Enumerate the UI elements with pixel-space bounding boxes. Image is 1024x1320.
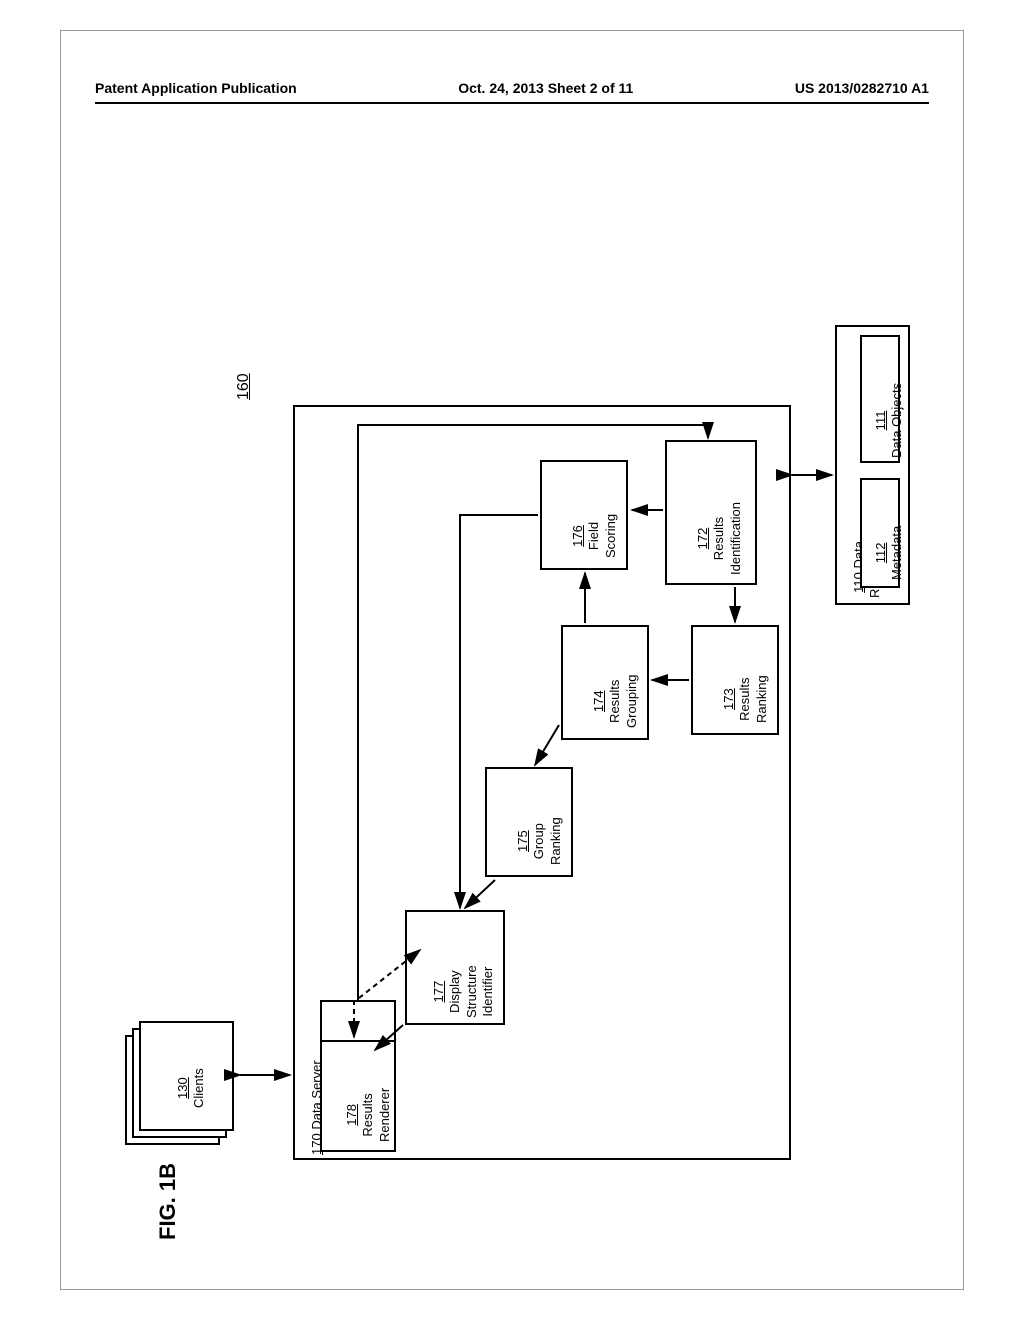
page-header: Patent Application Publication Oct. 24, … (95, 80, 929, 96)
header-right: US 2013/0282710 A1 (795, 80, 929, 96)
results-grouping-label: 174 Results Grouping (591, 675, 640, 728)
header-left: Patent Application Publication (95, 80, 297, 96)
field-scoring-label: 176 Field Scoring (570, 514, 619, 558)
display-structure-label: 177 Display Structure Identifier (431, 965, 496, 1018)
system-ref: 160 (235, 373, 253, 400)
clients-label: 130 Clients (175, 1068, 208, 1108)
diagram: FIG. 1B 160 130 Clients 170 Data Server … (95, 180, 929, 1180)
results-id-label: 172 Results Identification (695, 502, 744, 575)
figure-label: FIG. 1B (155, 1163, 181, 1240)
data-objects-label: 111 Data Objects (873, 383, 906, 458)
results-ranking-label: 173 Results Ranking (721, 675, 770, 723)
header-rule (95, 102, 929, 104)
header-center: Oct. 24, 2013 Sheet 2 of 11 (458, 80, 633, 96)
results-renderer-label: 178 Results Renderer (344, 1088, 393, 1142)
metadata-label: 112 Metadata (873, 526, 906, 580)
group-ranking-label: 175 Group Ranking (515, 817, 564, 865)
